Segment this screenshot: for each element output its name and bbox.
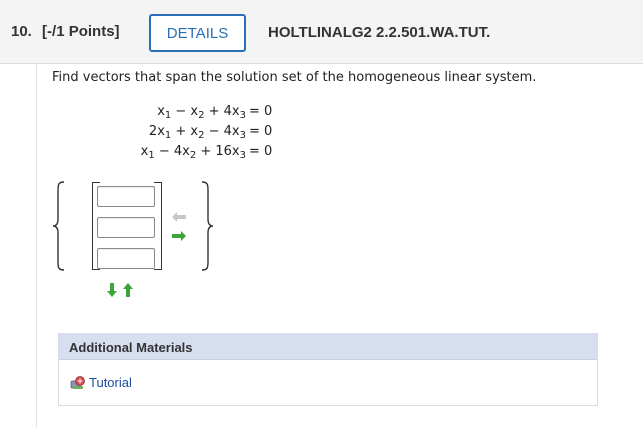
arrow-up-icon[interactable] bbox=[122, 282, 134, 298]
equation-3-rhs: = 0 bbox=[249, 144, 273, 159]
details-button[interactable]: DETAILS bbox=[149, 14, 246, 52]
equation-2-rhs: = 0 bbox=[249, 124, 273, 139]
additional-materials-title: Additional Materials bbox=[69, 340, 193, 355]
question-header: 10. [-/1 Points] DETAILS HOLTLINALG2 2.2… bbox=[0, 0, 643, 64]
vector-entry-3[interactable] bbox=[97, 248, 155, 269]
arrow-right-icon[interactable] bbox=[171, 229, 187, 243]
equation-1-lhs: x1 − x2 + 4x3 bbox=[157, 104, 246, 121]
left-brace bbox=[52, 181, 65, 271]
points-label: [-/1 Points] bbox=[42, 23, 120, 40]
equation-2-lhs: 2x1 + x2 − 4x3 bbox=[148, 124, 246, 141]
tutorial-link[interactable]: Tutorial bbox=[89, 375, 132, 390]
equation-2: 2x1 + x2 − 4x3 bbox=[120, 124, 246, 142]
equation-1-rhs: = 0 bbox=[249, 104, 273, 119]
vector-entry-2[interactable] bbox=[97, 217, 155, 238]
equation-3-lhs: x1 − 4x2 + 16x3 bbox=[140, 144, 246, 161]
additional-materials-panel: Additional Materials Tutorial bbox=[58, 333, 598, 406]
arrow-left-icon[interactable] bbox=[171, 210, 187, 224]
equation-3: x1 − 4x2 + 16x3 bbox=[112, 144, 246, 162]
question-number: 10. [-/1 Points] bbox=[11, 23, 120, 40]
vector-right-bracket bbox=[154, 182, 162, 270]
tutorial-icon[interactable] bbox=[70, 375, 86, 391]
right-brace bbox=[201, 181, 214, 271]
additional-materials-header: Additional Materials bbox=[59, 334, 597, 360]
question-prompt: Find vectors that span the solution set … bbox=[52, 70, 537, 85]
question-number-label: 10. bbox=[11, 23, 32, 40]
vector-entry-1[interactable] bbox=[97, 186, 155, 207]
equation-1: x1 − x2 + 4x3 bbox=[120, 104, 246, 122]
arrow-down-icon[interactable] bbox=[106, 282, 118, 298]
left-divider bbox=[36, 64, 37, 427]
question-code: HOLTLINALG2 2.2.501.WA.TUT. bbox=[268, 24, 491, 41]
